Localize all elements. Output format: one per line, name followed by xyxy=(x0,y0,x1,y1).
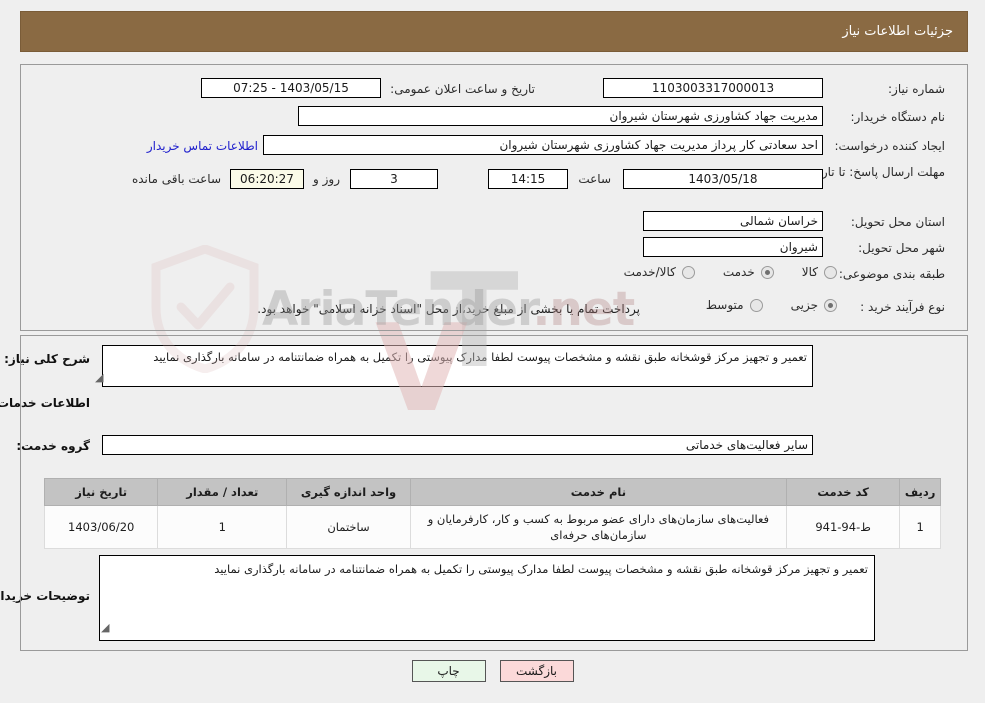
table-header-row: ردیف کد خدمت نام خدمت واحد اندازه گیری ت… xyxy=(43,478,941,506)
action-button-bar: بازگشت چاپ xyxy=(0,660,985,682)
column-header-date: تاریخ نیاز xyxy=(43,478,159,506)
back-button[interactable]: بازگشت xyxy=(499,660,574,682)
page-title: جزئیات اطلاعات نیاز xyxy=(842,24,953,39)
column-header-name: نام خدمت xyxy=(409,478,787,506)
page-root: T V AriaTender.net جزئیات اطلاعات نیاز ش… xyxy=(0,0,985,703)
services-table: ردیف کد خدمت نام خدمت واحد اندازه گیری ت… xyxy=(43,478,941,549)
cell-qty: 1 xyxy=(157,505,288,549)
cell-row-no: 1 xyxy=(899,505,941,549)
cell-unit: ساختمان xyxy=(286,505,411,549)
column-header-unit: واحد اندازه گیری xyxy=(286,478,411,506)
column-header-row-no: ردیف xyxy=(899,478,941,506)
column-header-code: کد خدمت xyxy=(785,478,901,506)
cell-date: 1403/06/20 xyxy=(43,505,159,549)
need-info-panel xyxy=(20,64,968,331)
print-button[interactable]: چاپ xyxy=(411,660,486,682)
cell-name: فعالیت‌های سازمان‌های دارای عضو مربوط به… xyxy=(409,505,787,549)
table-row: 1 ط-94-941 فعالیت‌های سازمان‌های دارای ع… xyxy=(43,505,941,549)
column-header-qty: تعداد / مقدار xyxy=(157,478,288,506)
cell-code: ط-94-941 xyxy=(785,505,901,549)
page-header: جزئیات اطلاعات نیاز xyxy=(20,11,968,52)
